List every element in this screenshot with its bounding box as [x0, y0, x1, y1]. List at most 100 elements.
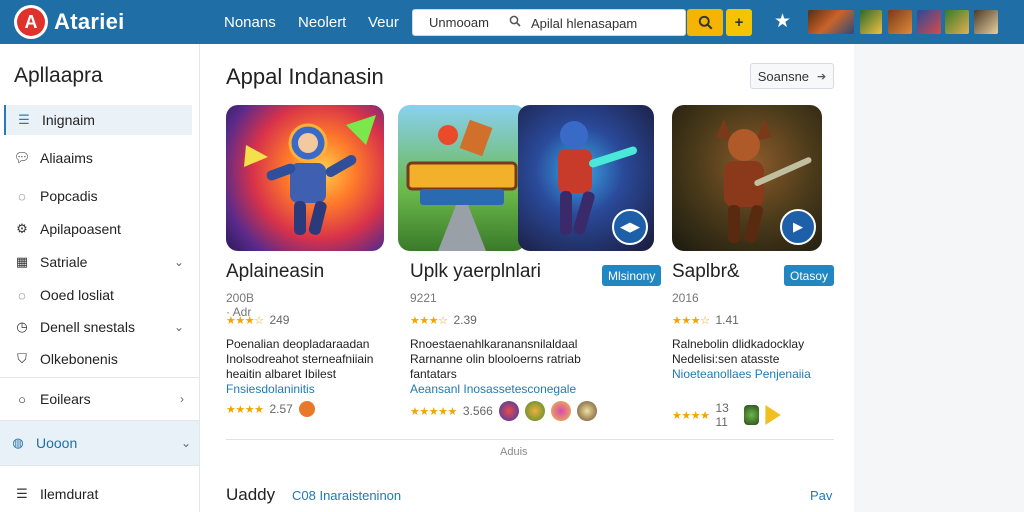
rating-stars: ★★★☆: [672, 314, 710, 327]
app-rating: ★★★☆ 1.41: [672, 313, 739, 327]
sidebar-item-3[interactable]: ⚙ Apilapoasent: [4, 214, 192, 244]
chevron-down-icon: ⌄: [173, 320, 184, 334]
rating-value: 2.39: [453, 313, 477, 327]
app-description: Poenalian deopladaraadan Inolsodreahot s…: [226, 337, 396, 397]
arcade-title-art: [406, 119, 518, 251]
circle-icon: ○: [18, 391, 26, 407]
sidebar-item-5[interactable]: ◌ Ooed losliat: [4, 280, 192, 310]
sidebar-item-4[interactable]: ▦ Satriale ⌄: [4, 247, 192, 277]
rating-value: 249: [269, 313, 290, 327]
main-content: Appal Indanasin Soansne ➔ Aplaineasin 20…: [200, 44, 854, 512]
bottom-section-link[interactable]: C08 Inaraisteninon: [292, 488, 401, 503]
game-icon-3[interactable]: [550, 401, 571, 421]
search-button[interactable]: [687, 9, 723, 36]
list-icon: ☰: [18, 112, 30, 127]
sidebar-item-label: Ilemdurat: [40, 486, 99, 502]
top-bar: A Atariei Nonans Neolert Veur Unmooam + …: [0, 0, 1024, 44]
game-thumbnail-5[interactable]: [974, 10, 998, 34]
app-description-link[interactable]: Fnsiesdolaninitis: [226, 382, 315, 396]
app-footer: ★★★★ 13 11: [672, 401, 781, 429]
status-badge: Otasoy: [784, 265, 835, 286]
brand-name: Atariei: [54, 9, 125, 34]
sidebar: Apllaapra ☰ Inignaim 💬︎ Aliaaims ◌ Popca…: [0, 44, 200, 512]
globe-icon: ◍: [12, 435, 24, 450]
sidebar-item-2[interactable]: ◌ Popcadis: [4, 181, 192, 211]
right-pane: [854, 44, 1024, 512]
chat-icon: ◌: [18, 287, 26, 303]
nav-link-2[interactable]: Neolert: [298, 14, 346, 31]
app-name[interactable]: Uplk yaerplnlari: [410, 261, 541, 283]
search-bar[interactable]: Unmooam: [412, 9, 686, 36]
grid-icon: ▦: [15, 254, 29, 269]
footer-stars: ★★★★: [672, 409, 710, 422]
rating-stars: ★★★☆: [226, 314, 264, 327]
game-icon-2[interactable]: [524, 401, 545, 421]
app-description: Ralnebolin dlidkadocklay Nedelisi:sen at…: [672, 337, 850, 382]
footer-value: 13 11: [715, 401, 729, 429]
divider-label[interactable]: Aduis: [500, 446, 528, 458]
section-title: Appal Indanasin: [226, 64, 384, 89]
play-button[interactable]: ◀▶: [612, 209, 648, 245]
search-scope[interactable]: Unmooam: [429, 15, 489, 30]
sidebar-divider: [0, 377, 200, 378]
app-name[interactable]: Saplbr&: [672, 261, 740, 283]
sidebar-item-label: Uooon: [36, 435, 78, 451]
game-thumbnail-3[interactable]: [917, 10, 941, 34]
sidebar-item-label: Eoilears: [40, 391, 91, 407]
chevron-down-icon: ⌄: [173, 255, 184, 269]
game-thumbnail-4[interactable]: [945, 10, 969, 34]
chevron-right-icon: ›: [180, 392, 184, 406]
app-logo[interactable]: A: [14, 5, 48, 39]
app-description-link[interactable]: Aeansanl Inosassetesconegale: [410, 382, 576, 396]
app-footer: ★★★★★ 3.566: [410, 401, 597, 421]
star-icon[interactable]: ★: [774, 10, 791, 33]
sidebar-item-label: Apilapoasent: [40, 221, 121, 237]
app-footer: ★★★★ 2.57: [226, 401, 315, 417]
play-triangle-icon[interactable]: [765, 405, 781, 425]
gear-icon: ⚙: [16, 221, 28, 236]
sidebar-item-7[interactable]: ⛉ Olkebonenis: [4, 344, 192, 374]
play-icon: ▶: [793, 219, 803, 234]
chat-icon: ◌: [18, 188, 26, 204]
see-more-button[interactable]: Soansne ➔: [750, 63, 834, 89]
sidebar-item-6[interactable]: ◷ Denell snestals ⌄: [4, 312, 192, 342]
game-icon-4[interactable]: [576, 401, 597, 421]
add-button[interactable]: +: [726, 9, 752, 36]
app-description-link[interactable]: Nioeteanollaes Penjenaiia: [672, 367, 811, 381]
coin-icon: [298, 401, 315, 417]
app-description: Rnoestaenahlkaranansnilaldaal Rarnanne o…: [410, 337, 620, 397]
plus-icon: +: [734, 14, 744, 31]
nav-link-3[interactable]: Veur: [368, 14, 399, 31]
game-icon-5[interactable]: [743, 405, 760, 425]
game-icon-1[interactable]: [498, 401, 519, 421]
app-description-text: Rnoestaenahlkaranansnilaldaal Rarnanne o…: [410, 337, 581, 381]
sidebar-item-10[interactable]: ☰ Ilemdurat: [4, 479, 192, 509]
play-button[interactable]: ▶: [780, 209, 816, 245]
sidebar-item-label: Olkebonenis: [40, 351, 118, 367]
nav-link-1[interactable]: Nonans: [224, 14, 276, 31]
bottom-right-link[interactable]: Pav: [810, 488, 832, 503]
account-thumbnail[interactable]: [808, 10, 854, 34]
game-thumbnail-2[interactable]: [888, 10, 912, 34]
app-name[interactable]: Aplaineasin: [226, 261, 324, 283]
app-thumbnail[interactable]: [226, 105, 384, 251]
app-thumbnail[interactable]: [398, 105, 526, 251]
shield-icon: ⛉: [17, 351, 27, 366]
sidebar-divider: [0, 465, 200, 466]
chat-icon: 💬︎: [13, 150, 31, 165]
sidebar-item-0[interactable]: ☰ Inignaim: [4, 105, 192, 135]
see-more-label: Soansne: [757, 68, 810, 84]
sidebar-item-8[interactable]: ○ Eoilears ›: [4, 384, 192, 414]
sidebar-item-label: Ooed losliat: [40, 287, 114, 303]
game-thumbnail-1[interactable]: [860, 10, 882, 34]
search-input[interactable]: [531, 13, 681, 33]
sidebar-item-1[interactable]: 💬︎ Aliaaims: [4, 143, 192, 173]
sidebar-item-9[interactable]: ◍ Uooon ⌄: [0, 421, 199, 465]
app-description-text: Poenalian deopladaraadan Inolsodreahot s…: [226, 337, 374, 381]
chevron-down-icon: ⌄: [180, 436, 191, 450]
app-description-text: Ralnebolin dlidkadocklay Nedelisi:sen at…: [672, 337, 805, 366]
app-meta: 2016: [672, 291, 699, 305]
section-divider: [226, 439, 834, 440]
astronaut-hero-art: [244, 115, 376, 235]
sidebar-item-label: Inignaim: [42, 112, 95, 128]
